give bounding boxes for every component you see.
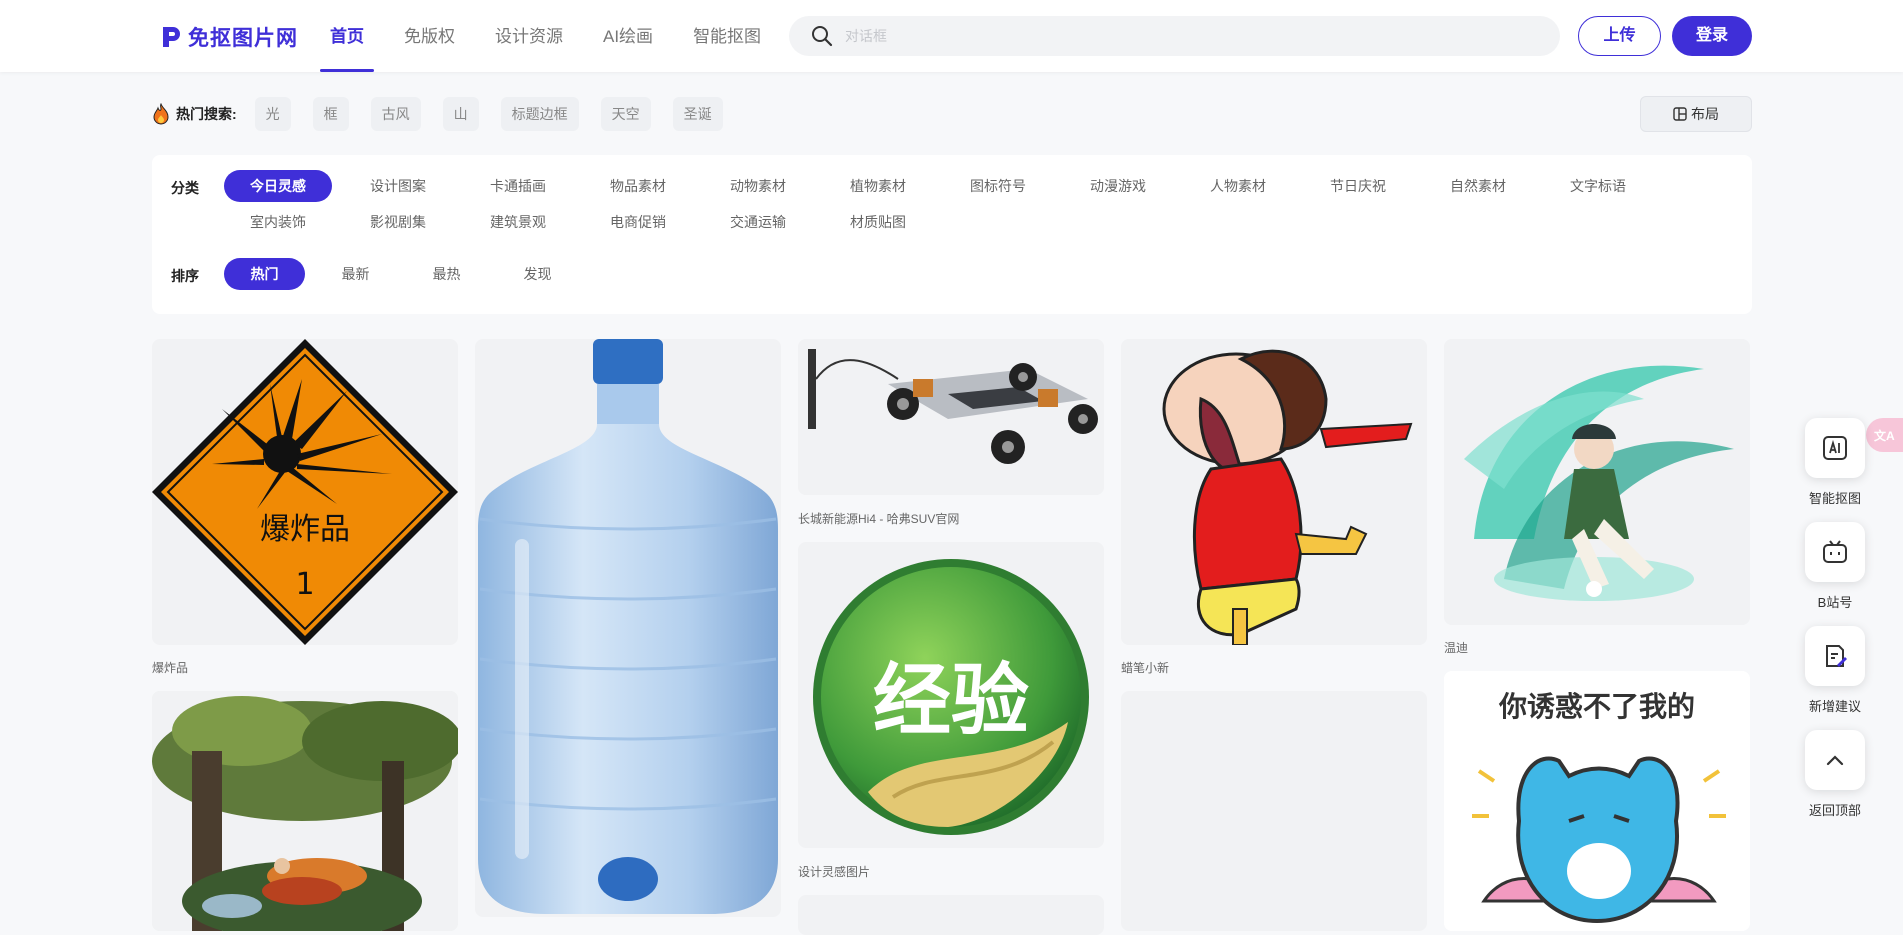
category-item[interactable]: 人物素材 xyxy=(1184,170,1292,202)
category-item[interactable]: 动物素材 xyxy=(704,170,812,202)
login-button[interactable]: 登录 xyxy=(1672,16,1752,56)
image-card-crayon-shinchan[interactable] xyxy=(1121,339,1427,645)
category-item[interactable]: 植物素材 xyxy=(824,170,932,202)
image-card-explosive[interactable]: 爆炸品 1 xyxy=(152,339,458,645)
search-input[interactable] xyxy=(843,27,1523,45)
car-chassis-image xyxy=(798,339,1104,495)
category-item[interactable]: 文字标语 xyxy=(1544,170,1652,202)
hot-tag[interactable]: 框 xyxy=(312,97,349,131)
suggest-float-button[interactable] xyxy=(1805,626,1865,686)
category-item[interactable]: 自然素材 xyxy=(1424,170,1532,202)
card-caption[interactable]: 蜡笔小新 xyxy=(1121,659,1169,676)
bilibili-float-button[interactable] xyxy=(1805,522,1865,582)
sort-hottest[interactable]: 最热 xyxy=(406,258,487,290)
category-item[interactable]: 影视剧集 xyxy=(344,206,452,238)
search-bar xyxy=(789,16,1560,56)
smart-cutout-label: 智能抠图 xyxy=(1808,491,1861,506)
main-nav: 首页 免版权 设计资源 AI绘画 智能抠图 xyxy=(310,0,781,72)
image-card-car-chassis[interactable] xyxy=(798,339,1104,495)
layout-button[interactable]: 布局 xyxy=(1640,96,1752,132)
layout-grid-icon xyxy=(1673,107,1687,121)
hot-tag[interactable]: 古风 xyxy=(370,97,421,131)
image-card-water-bottle[interactable] xyxy=(475,339,781,917)
meme-text: 你诱惑不了我的 xyxy=(1498,690,1695,723)
category-item[interactable]: 设计图案 xyxy=(344,170,452,202)
sort-label: 排序 xyxy=(171,268,199,284)
nav-smart-cutout[interactable]: 智能抠图 xyxy=(673,0,781,72)
category-item[interactable]: 物品素材 xyxy=(584,170,692,202)
hot-search-label: 热门搜索: xyxy=(176,106,237,122)
hot-tag[interactable]: 光 xyxy=(254,97,291,131)
image-card-placeholder[interactable] xyxy=(798,895,1104,935)
image-card-forest[interactable] xyxy=(152,691,458,931)
sort-hot[interactable]: 热门 xyxy=(224,258,305,290)
cat-meme-image: 你诱惑不了我的 xyxy=(1444,671,1750,931)
card-caption[interactable]: 温迪 xyxy=(1444,639,1468,656)
bilibili-icon xyxy=(1823,540,1847,563)
category-today[interactable]: 今日灵感 xyxy=(224,170,332,202)
image-card-venti[interactable] xyxy=(1444,339,1750,625)
category-label: 分类 xyxy=(171,180,199,196)
suggest-label: 新增建议 xyxy=(1808,699,1861,714)
category-item[interactable]: 交通运输 xyxy=(704,206,812,238)
nav-ai-painting[interactable]: AI绘画 xyxy=(583,0,673,72)
category-item[interactable]: 建筑景观 xyxy=(464,206,572,238)
smart-cutout-float-button[interactable] xyxy=(1805,418,1865,478)
fire-icon xyxy=(153,103,169,125)
chevron-up-icon xyxy=(1826,755,1844,766)
top-header: 免抠图片网 首页 免版权 设计资源 AI绘画 智能抠图 上传 登录 xyxy=(0,0,1903,72)
back-to-top-label: 返回顶部 xyxy=(1808,803,1861,818)
ai-cutout-icon xyxy=(1823,436,1847,460)
card-caption[interactable]: 长城新能源Hi4 - 哈弗SUV官网 xyxy=(798,510,959,527)
search-icon[interactable] xyxy=(811,25,833,47)
crayon-shinchan-image xyxy=(1121,339,1427,645)
category-item[interactable]: 电商促销 xyxy=(584,206,692,238)
back-to-top-button[interactable] xyxy=(1805,730,1865,790)
image-card-cat-meme[interactable]: 你诱惑不了我的 xyxy=(1444,671,1750,931)
sort-latest[interactable]: 最新 xyxy=(315,258,396,290)
experience-badge-image: 经验 xyxy=(813,559,1089,835)
nav-home[interactable]: 首页 xyxy=(310,0,384,72)
card-caption[interactable]: 爆炸品 xyxy=(152,659,188,676)
water-bottle-image xyxy=(478,339,778,914)
suggestion-edit-icon xyxy=(1826,645,1847,667)
venti-character-image xyxy=(1444,339,1750,625)
bilibili-label: B站号 xyxy=(1817,595,1853,610)
nav-free-license[interactable]: 免版权 xyxy=(384,0,475,72)
badge-text: 经验 xyxy=(873,656,1029,746)
hot-search-bar: 热门搜索: 光 框 古风 山 标题边框 天空 圣诞 xyxy=(152,96,745,132)
logo-mark-icon xyxy=(163,27,180,47)
translate-icon: 文A xyxy=(1874,428,1895,443)
card-caption[interactable]: 设计灵感图片 xyxy=(798,863,870,880)
hot-tag[interactable]: 天空 xyxy=(600,97,651,131)
site-logo[interactable]: 免抠图片网 xyxy=(160,22,298,52)
nav-design-resources[interactable]: 设计资源 xyxy=(475,0,583,72)
category-item[interactable]: 卡通插画 xyxy=(464,170,572,202)
image-card-loading[interactable] xyxy=(1121,691,1427,931)
hot-tag[interactable]: 圣诞 xyxy=(672,97,723,131)
hot-tag[interactable]: 标题边框 xyxy=(500,97,579,131)
layout-label: 布局 xyxy=(1691,106,1719,122)
category-item[interactable]: 图标符号 xyxy=(944,170,1052,202)
category-item[interactable]: 室内装饰 xyxy=(224,206,332,238)
sort-discover[interactable]: 发现 xyxy=(497,258,578,290)
upload-button[interactable]: 上传 xyxy=(1578,16,1661,56)
explosive-sign-image: 爆炸品 1 xyxy=(152,339,458,645)
forest-scene-image xyxy=(152,691,458,931)
filter-panel: 分类 今日灵感 设计图案 卡通插画 物品素材 动物素材 植物素材 图标符号 动漫… xyxy=(152,155,1752,314)
category-item[interactable]: 材质贴图 xyxy=(824,206,932,238)
category-item[interactable]: 动漫游戏 xyxy=(1064,170,1172,202)
hot-tag[interactable]: 山 xyxy=(442,97,479,131)
sign-text: 爆炸品 xyxy=(260,512,350,547)
logo-text: 免抠图片网 xyxy=(188,27,298,50)
translate-tab[interactable]: 文A xyxy=(1866,418,1903,452)
sign-number: 1 xyxy=(295,567,314,602)
image-card-experience-badge[interactable]: 经验 xyxy=(798,542,1104,848)
category-item[interactable]: 节日庆祝 xyxy=(1304,170,1412,202)
